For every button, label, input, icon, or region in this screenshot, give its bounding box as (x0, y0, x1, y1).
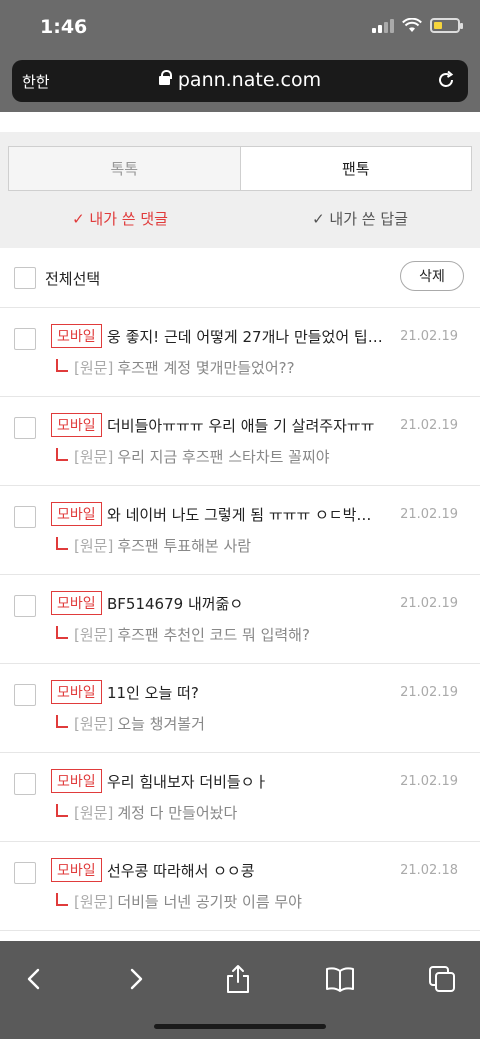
reply-arrow-icon (56, 359, 68, 372)
url-bar[interactable]: 한한 pann.nate.com (12, 60, 468, 102)
list-item[interactable]: 모바일 웅 좋지! 근데 어떻게 27개나 만들었어 팁 좀... 21.02.… (0, 308, 480, 397)
select-all-row: 전체선택 삭제 (0, 248, 480, 308)
item-checkbox[interactable] (14, 595, 36, 617)
reply-arrow-icon (56, 448, 68, 461)
tab-paentok[interactable]: 팬톡 (241, 147, 472, 190)
comment-date: 21.02.19 (400, 774, 458, 789)
original-tag: [원문] (74, 626, 114, 644)
tabs-icon (429, 966, 455, 992)
tabs-button[interactable] (422, 959, 462, 999)
reply-arrow-icon (56, 537, 68, 550)
lock-icon (158, 70, 172, 87)
delete-button[interactable]: 삭제 (400, 261, 464, 291)
item-checkbox[interactable] (14, 684, 36, 706)
wifi-icon (402, 18, 422, 32)
reply-arrow-icon (56, 626, 68, 639)
url-display[interactable]: pann.nate.com (12, 69, 468, 91)
status-icons (372, 18, 463, 33)
original-title: 후즈팬 추천인 코드 뭐 입력해? (117, 626, 310, 644)
comment-title[interactable]: 와 네이버 나도 그렇게 됨 ㅠㅠㅠ ㅇㄷ박고... (107, 504, 383, 525)
item-checkbox[interactable] (14, 417, 36, 439)
signal-icon (372, 18, 394, 33)
share-icon (227, 965, 249, 993)
list-item[interactable]: 모바일 와 네이버 나도 그렇게 됨 ㅠㅠㅠ ㅇㄷ박고... 21.02.19 … (0, 486, 480, 575)
main-tabs: 톡톡 팬톡 (8, 146, 472, 191)
mobile-badge: 모바일 (51, 680, 102, 704)
list-item[interactable]: 모바일 BF514679 내꺼줆ㅇ 21.02.19 [원문] 후즈팬 추천인 코… (0, 575, 480, 664)
status-time: 1:46 (40, 16, 88, 38)
list-item[interactable]: 모바일 더비들아ㅠㅠㅠ 우리 애들 기 살려주자ㅠㅠ 21.02.19 [원문]… (0, 397, 480, 486)
original-post[interactable]: [원문] 후즈팬 투표해본 사람 (74, 535, 251, 556)
share-button[interactable] (218, 959, 258, 999)
back-icon (27, 968, 40, 990)
reply-arrow-icon (56, 804, 68, 817)
mobile-badge: 모바일 (51, 769, 102, 793)
original-tag: [원문] (74, 715, 114, 733)
subtab-my-comments[interactable]: ✓ 내가 쓴 댓글 (0, 208, 240, 229)
original-post[interactable]: [원문] 후즈팬 추천인 코드 뭐 입력해? (74, 624, 310, 645)
subtab-my-replies[interactable]: ✓ 내가 쓴 답글 (240, 208, 480, 229)
reply-arrow-icon (56, 893, 68, 906)
original-tag: [원문] (74, 448, 114, 466)
select-all-label: 전체선택 (45, 270, 101, 288)
comment-date: 21.02.19 (400, 418, 458, 433)
mobile-badge: 모바일 (51, 502, 102, 526)
original-post[interactable]: [원문] 더비들 너넨 공기팟 이름 무야 (74, 891, 302, 912)
comment-title[interactable]: BF514679 내꺼줆ㅇ (107, 593, 383, 614)
original-title: 오늘 챙겨볼거 (117, 715, 205, 733)
forward-button[interactable] (116, 959, 156, 999)
mobile-badge: 모바일 (51, 591, 102, 615)
comment-title[interactable]: 선우콩 따라해서 ㅇㅇ콩 (107, 860, 383, 881)
bookmarks-button[interactable] (320, 959, 360, 999)
reply-arrow-icon (56, 715, 68, 728)
mobile-badge: 모바일 (51, 324, 102, 348)
comment-list: 모바일 웅 좋지! 근데 어떻게 27개나 만들었어 팁 좀... 21.02.… (0, 308, 480, 931)
original-title: 후즈팬 투표해본 사람 (117, 537, 252, 555)
back-button[interactable] (14, 959, 54, 999)
home-indicator (154, 1024, 326, 1029)
comment-title[interactable]: 웅 좋지! 근데 어떻게 27개나 만들었어 팁 좀... (107, 326, 383, 347)
url-text: pann.nate.com (177, 69, 322, 91)
reload-icon[interactable] (436, 70, 456, 90)
list-item[interactable]: 모바일 11인 오늘 떠? 21.02.19 [원문] 오늘 챙겨볼거 (0, 664, 480, 753)
comment-title[interactable]: 11인 오늘 떠? (107, 682, 383, 703)
original-post[interactable]: [원문] 계정 다 만들어놨다 (74, 802, 237, 823)
forward-icon (130, 968, 143, 990)
original-title: 우리 지금 후즈팬 스타차트 꼴찌야 (117, 448, 330, 466)
comment-date: 21.02.19 (400, 596, 458, 611)
tab-toktok[interactable]: 톡톡 (9, 147, 241, 190)
browser-top-bar: 1:46 한한 pann.nate.com (0, 0, 480, 112)
original-tag: [원문] (74, 359, 114, 377)
bookmarks-icon (326, 967, 354, 992)
mobile-badge: 모바일 (51, 858, 102, 882)
comment-date: 21.02.19 (400, 329, 458, 344)
comment-date: 21.02.19 (400, 507, 458, 522)
comment-date: 21.02.18 (400, 863, 458, 878)
comment-date: 21.02.19 (400, 685, 458, 700)
original-post[interactable]: [원문] 우리 지금 후즈팬 스타차트 꼴찌야 (74, 446, 330, 467)
list-item[interactable]: 모바일 우리 힘내보자 더비들ㅇㅏ 21.02.19 [원문] 계정 다 만들어놨… (0, 753, 480, 842)
comment-title[interactable]: 더비들아ㅠㅠㅠ 우리 애들 기 살려주자ㅠㅠ (107, 415, 383, 436)
original-post[interactable]: [원문] 오늘 챙겨볼거 (74, 713, 205, 734)
original-title: 후즈팬 계정 몇개만들었어?? (117, 359, 295, 377)
original-tag: [원문] (74, 804, 114, 822)
item-checkbox[interactable] (14, 506, 36, 528)
original-tag: [원문] (74, 537, 114, 555)
list-item[interactable]: 모바일 선우콩 따라해서 ㅇㅇ콩 21.02.18 [원문] 더비들 너넨 공기팟… (0, 842, 480, 931)
original-tag: [원문] (74, 893, 114, 911)
item-checkbox[interactable] (14, 773, 36, 795)
battery-icon (430, 18, 463, 33)
item-checkbox[interactable] (14, 328, 36, 350)
mobile-badge: 모바일 (51, 413, 102, 437)
comment-title[interactable]: 우리 힘내보자 더비들ㅇㅏ (107, 771, 383, 792)
original-title: 계정 다 만들어놨다 (117, 804, 238, 822)
original-title: 더비들 너넨 공기팟 이름 무야 (117, 893, 302, 911)
select-all-checkbox[interactable] (14, 267, 36, 289)
sub-tabs: ✓ 내가 쓴 댓글 ✓ 내가 쓴 답글 (0, 208, 480, 229)
item-checkbox[interactable] (14, 862, 36, 884)
original-post[interactable]: [원문] 후즈팬 계정 몇개만들었어?? (74, 357, 295, 378)
